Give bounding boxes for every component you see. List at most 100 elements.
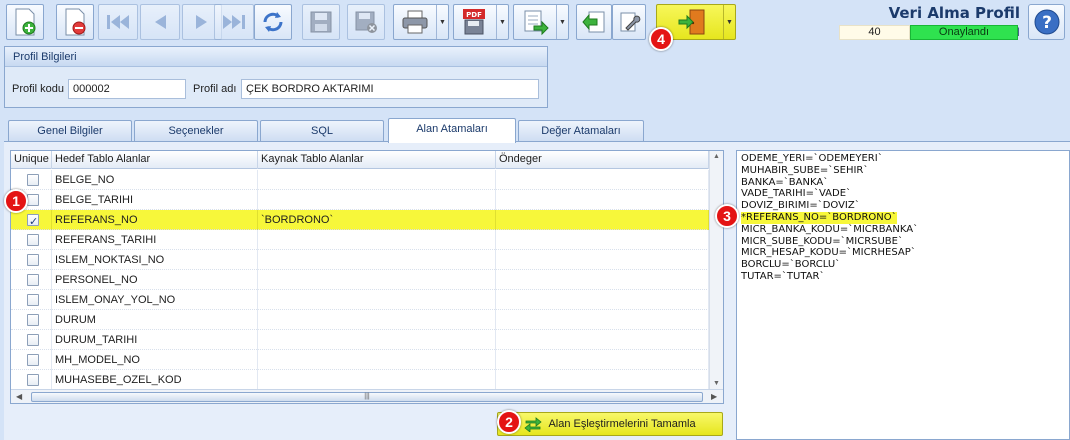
default-value-cell[interactable] <box>496 330 709 350</box>
unique-checkbox[interactable] <box>27 354 39 366</box>
unique-cell[interactable] <box>11 210 52 230</box>
column-unique[interactable]: Unique <box>11 151 52 169</box>
unique-cell[interactable] <box>11 290 52 310</box>
unique-cell[interactable] <box>11 270 52 290</box>
default-value-cell[interactable] <box>496 350 709 370</box>
unique-checkbox[interactable] <box>27 234 39 246</box>
unique-cell[interactable] <box>11 370 52 390</box>
help-button[interactable]: ? <box>1028 4 1065 40</box>
unique-checkbox[interactable] <box>27 294 39 306</box>
default-value-cell[interactable] <box>496 250 709 270</box>
scroll-down-icon[interactable]: ▼ <box>713 380 720 387</box>
save-cancel-button[interactable] <box>347 4 385 40</box>
column-source-fields[interactable]: Kaynak Tablo Alanlar <box>258 151 496 169</box>
grid-vertical-scrollbar[interactable]: ▲ ▼ <box>709 151 723 389</box>
refresh-button[interactable] <box>254 4 292 40</box>
unique-cell[interactable] <box>11 250 52 270</box>
table-row[interactable]: BELGE_NO <box>11 170 709 190</box>
target-field-cell[interactable]: REFERANS_TARIHI <box>52 230 258 250</box>
tab-sql[interactable]: SQL <box>260 120 384 142</box>
delete-record-button[interactable] <box>56 4 94 40</box>
source-field-cell[interactable] <box>258 270 496 290</box>
target-field-cell[interactable]: MUHASEBE_OZEL_KOD <box>52 370 258 390</box>
scroll-left-icon[interactable]: ◀ <box>16 392 22 401</box>
target-field-cell[interactable]: ISLEM_ONAY_YOL_NO <box>52 290 258 310</box>
source-field-cell[interactable] <box>258 370 496 390</box>
target-field-cell[interactable]: REFERANS_NO <box>52 210 258 230</box>
default-value-cell[interactable] <box>496 290 709 310</box>
target-field-cell[interactable]: MH_MODEL_NO <box>52 350 258 370</box>
grid-horizontal-scrollbar[interactable]: ◀ ||| ▶ <box>11 389 723 403</box>
tab-general[interactable]: Genel Bilgiler <box>8 120 132 142</box>
target-field-cell[interactable]: DURUM_TARIHI <box>52 330 258 350</box>
target-field-cell[interactable]: BELGE_NO <box>52 170 258 190</box>
profile-code-input[interactable]: 000002 <box>68 79 186 99</box>
target-field-cell[interactable]: ISLEM_NOKTASI_NO <box>52 250 258 270</box>
unique-checkbox[interactable] <box>27 274 39 286</box>
default-value-cell[interactable] <box>496 370 709 390</box>
target-field-cell[interactable]: PERSONEL_NO <box>52 270 258 290</box>
target-field-cell[interactable]: BELGE_TARIHI <box>52 190 258 210</box>
tab-options[interactable]: Seçenekler <box>134 120 258 142</box>
column-target-fields[interactable]: Hedef Tablo Alanlar <box>52 151 258 169</box>
target-field-cell[interactable]: DURUM <box>52 310 258 330</box>
profile-name-input[interactable]: ÇEK BORDRO AKTARIMI <box>241 79 539 99</box>
unique-cell[interactable] <box>11 330 52 350</box>
scroll-right-icon[interactable]: ▶ <box>711 392 717 401</box>
source-field-cell[interactable] <box>258 330 496 350</box>
default-value-cell[interactable] <box>496 230 709 250</box>
source-field-cell[interactable] <box>258 310 496 330</box>
first-record-button[interactable] <box>98 4 138 40</box>
previous-record-button[interactable] <box>140 4 180 40</box>
default-value-cell[interactable] <box>496 190 709 210</box>
default-value-cell[interactable] <box>496 310 709 330</box>
unique-checkbox[interactable] <box>27 212 39 230</box>
save-button[interactable] <box>302 4 340 40</box>
unique-checkbox[interactable] <box>27 314 39 326</box>
table-row[interactable]: ISLEM_NOKTASI_NO <box>11 250 709 270</box>
source-field-cell[interactable] <box>258 230 496 250</box>
unique-checkbox[interactable] <box>27 374 39 386</box>
unique-cell[interactable] <box>11 230 52 250</box>
unique-checkbox[interactable] <box>27 194 39 206</box>
table-row[interactable]: DURUM_TARIHI <box>11 330 709 350</box>
unique-cell[interactable] <box>11 350 52 370</box>
complete-mappings-button[interactable]: Alan Eşleştirmelerini Tamamla <box>497 412 723 436</box>
column-default[interactable]: Öndeger <box>496 151 709 169</box>
table-row[interactable]: ISLEM_ONAY_YOL_NO <box>11 290 709 310</box>
table-row[interactable]: PERSONEL_NO <box>11 270 709 290</box>
table-row[interactable]: MH_MODEL_NO <box>11 350 709 370</box>
import-button[interactable] <box>576 4 612 40</box>
unique-checkbox[interactable] <box>27 254 39 266</box>
unique-checkbox[interactable] <box>27 174 39 186</box>
default-value-cell[interactable] <box>496 210 709 230</box>
print-dropdown-icon[interactable]: ▼ <box>436 5 448 39</box>
tab-value-mappings[interactable]: Değer Atamaları <box>518 120 644 142</box>
default-value-cell[interactable] <box>496 170 709 190</box>
tab-field-mappings[interactable]: Alan Atamaları <box>388 118 516 143</box>
scroll-thumb[interactable]: ||| <box>31 392 703 402</box>
last-record-button[interactable] <box>214 4 254 40</box>
print-button[interactable]: ▼ <box>393 4 449 40</box>
export-button[interactable]: ▼ <box>513 4 569 40</box>
table-row[interactable]: REFERANS_NO`BORDRONO` <box>11 210 709 230</box>
tools-button[interactable] <box>612 4 646 40</box>
pdf-export-button[interactable]: PDF ▼ <box>453 4 509 40</box>
source-field-cell[interactable] <box>258 190 496 210</box>
source-field-cell[interactable] <box>258 290 496 310</box>
default-value-cell[interactable] <box>496 270 709 290</box>
scroll-up-icon[interactable]: ▲ <box>713 153 720 160</box>
unique-cell[interactable] <box>11 170 52 190</box>
table-row[interactable]: BELGE_TARIHI <box>11 190 709 210</box>
source-field-cell[interactable]: `BORDRONO` <box>258 210 496 230</box>
exit-dropdown-icon[interactable]: ▼ <box>723 5 735 39</box>
mapping-text-area[interactable]: ODEME_YERI=`ODEMEYERI` MUHABIR_SUBE=`SEHI… <box>736 150 1070 440</box>
source-field-cell[interactable] <box>258 250 496 270</box>
export-dropdown-icon[interactable]: ▼ <box>556 5 568 39</box>
table-row[interactable]: DURUM <box>11 310 709 330</box>
new-record-button[interactable] <box>6 4 44 40</box>
unique-checkbox[interactable] <box>27 334 39 346</box>
pdf-dropdown-icon[interactable]: ▼ <box>496 5 508 39</box>
source-field-cell[interactable] <box>258 170 496 190</box>
source-field-cell[interactable] <box>258 350 496 370</box>
